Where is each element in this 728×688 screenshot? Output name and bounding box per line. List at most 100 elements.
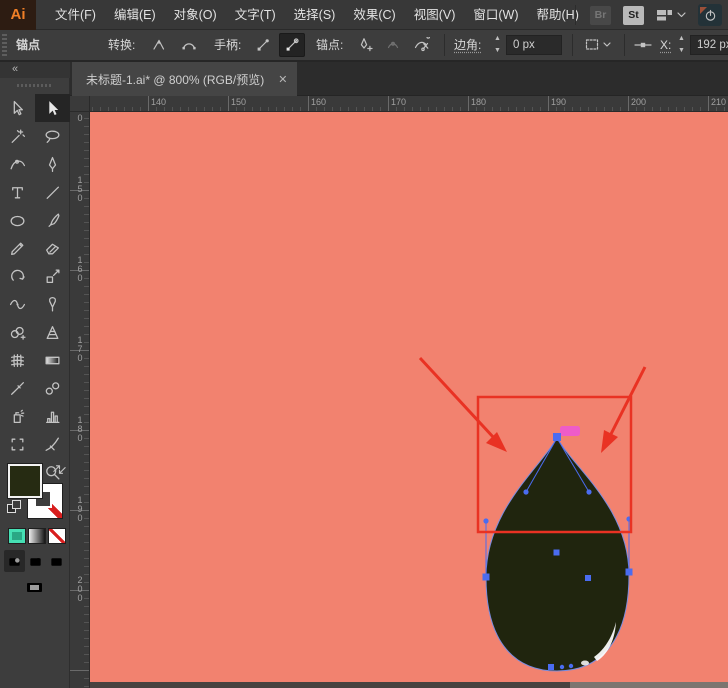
menu-item-1[interactable]: 编辑(E) bbox=[105, 0, 165, 30]
selection-tool[interactable] bbox=[0, 94, 35, 122]
convert-to-smooth-button[interactable] bbox=[176, 33, 202, 57]
workspace-switcher[interactable] bbox=[656, 8, 686, 23]
scale-tool[interactable] bbox=[35, 262, 70, 290]
pink-handle[interactable] bbox=[560, 426, 580, 436]
panel-grip[interactable] bbox=[2, 34, 7, 58]
paintbrush-tool[interactable] bbox=[35, 206, 70, 234]
column-graph-tool[interactable] bbox=[35, 402, 70, 430]
fill-swatch[interactable] bbox=[8, 464, 42, 498]
convert-to-corner-button[interactable] bbox=[146, 33, 172, 57]
type-icon bbox=[9, 184, 26, 201]
workspace-icon bbox=[656, 8, 673, 23]
slice-tool[interactable] bbox=[35, 430, 70, 458]
menu-item-4[interactable]: 选择(S) bbox=[285, 0, 345, 30]
power-icon[interactable] bbox=[698, 4, 722, 26]
corner-label[interactable]: 边角: bbox=[454, 30, 481, 60]
stepper-up-icon[interactable]: ▲ bbox=[494, 35, 501, 43]
stock-icon[interactable]: St bbox=[623, 6, 644, 25]
hruler-label-200: 200 bbox=[631, 97, 646, 107]
ellipse-tool[interactable] bbox=[0, 206, 35, 234]
artboard-canvas[interactable] bbox=[90, 112, 728, 682]
draw-inside-button[interactable] bbox=[46, 550, 67, 572]
eraser-icon bbox=[44, 240, 61, 257]
show-handles-button[interactable] bbox=[279, 33, 305, 57]
isolate-selected-button[interactable] bbox=[580, 33, 616, 57]
blend-tool[interactable] bbox=[35, 374, 70, 402]
corner-input[interactable]: 0 px bbox=[506, 35, 562, 55]
stepper-up-icon[interactable]: ▲ bbox=[678, 35, 685, 43]
menu-item-0[interactable]: 文件(F) bbox=[46, 0, 105, 30]
remove-anchor-button[interactable] bbox=[380, 33, 406, 57]
divider bbox=[572, 34, 573, 56]
tools-panel-header: « bbox=[0, 62, 70, 78]
rotate-tool[interactable] bbox=[0, 262, 35, 290]
draw-behind-button[interactable] bbox=[25, 550, 46, 572]
scrollbar-thumb[interactable] bbox=[90, 682, 570, 688]
annotation-arrow-right bbox=[601, 367, 645, 453]
chevron-down-icon bbox=[677, 12, 686, 18]
vertical-ruler[interactable]: 140150160170180190200 bbox=[70, 112, 90, 688]
draw-normal-button[interactable] bbox=[4, 550, 25, 572]
topbar-right: Br St bbox=[575, 0, 722, 30]
x-stepper[interactable]: ▲ ▼ bbox=[676, 35, 687, 55]
magic-wand-tool[interactable] bbox=[0, 122, 35, 150]
menu-item-6[interactable]: 视图(V) bbox=[405, 0, 465, 30]
hide-handles-button[interactable] bbox=[250, 33, 276, 57]
mesh-tool[interactable] bbox=[0, 346, 35, 374]
close-icon[interactable]: ✕ bbox=[278, 73, 287, 86]
shape-builder-tool[interactable] bbox=[0, 318, 35, 346]
screen-mode-button[interactable] bbox=[22, 578, 48, 600]
document-tab[interactable]: 未标题-1.ai* @ 800% (RGB/预览) ✕ bbox=[72, 62, 297, 96]
x-label[interactable]: X: bbox=[660, 30, 671, 60]
menu-item-5[interactable]: 效果(C) bbox=[344, 0, 404, 30]
gradient-button[interactable] bbox=[28, 528, 46, 544]
swap-fill-stroke-icon[interactable] bbox=[52, 462, 67, 477]
paintbrush-icon bbox=[44, 212, 61, 229]
pen-tool[interactable] bbox=[35, 150, 70, 178]
stepper-down-icon[interactable]: ▼ bbox=[494, 47, 501, 55]
direct-selection-tool[interactable] bbox=[35, 94, 70, 122]
horizontal-ruler[interactable]: 140150160170180190200210 bbox=[90, 96, 728, 112]
menu-item-2[interactable]: 对象(O) bbox=[165, 0, 226, 30]
bridge-icon[interactable]: Br bbox=[590, 6, 611, 25]
hruler-label-140: 140 bbox=[151, 97, 166, 107]
perspective-grid-tool[interactable] bbox=[35, 318, 70, 346]
corner-stepper[interactable]: ▲ ▼ bbox=[492, 35, 503, 55]
default-fill-stroke-icon[interactable] bbox=[7, 500, 21, 514]
puppet-warp-tool[interactable] bbox=[35, 290, 70, 318]
x-input[interactable]: 192 px bbox=[690, 35, 728, 55]
anchor-position-icon bbox=[630, 33, 656, 57]
none-button[interactable] bbox=[48, 528, 66, 544]
menu-item-3[interactable]: 文字(T) bbox=[226, 0, 285, 30]
horizontal-scrollbar[interactable] bbox=[90, 682, 728, 688]
line-segment-tool[interactable] bbox=[35, 178, 70, 206]
perspective-grid-icon bbox=[44, 324, 61, 341]
collapse-panel-icon[interactable]: « bbox=[12, 63, 18, 75]
vruler-label-180: 180 bbox=[75, 416, 85, 443]
eraser-tool[interactable] bbox=[35, 234, 70, 262]
curvature-tool[interactable] bbox=[0, 150, 35, 178]
menu-bar: Ai 文件(F)编辑(E)对象(O)文字(T)选择(S)效果(C)视图(V)窗口… bbox=[0, 0, 728, 30]
artboard-tool[interactable] bbox=[0, 430, 35, 458]
paint-buttons bbox=[8, 528, 66, 544]
type-tool[interactable] bbox=[0, 178, 35, 206]
symbol-sprayer-tool[interactable] bbox=[0, 402, 35, 430]
shaper-tool[interactable] bbox=[0, 234, 35, 262]
swatch-area bbox=[0, 460, 70, 688]
add-anchor-button[interactable] bbox=[352, 33, 378, 57]
tools-panel-grip[interactable] bbox=[17, 84, 53, 87]
menu-item-7[interactable]: 窗口(W) bbox=[464, 0, 527, 30]
pen-icon bbox=[44, 156, 61, 173]
ruler-origin-corner[interactable] bbox=[70, 96, 90, 112]
vruler-label-160: 160 bbox=[75, 256, 85, 283]
color-button[interactable] bbox=[8, 528, 26, 544]
cut-path-button[interactable] bbox=[408, 33, 434, 57]
eyedropper-tool[interactable] bbox=[0, 374, 35, 402]
width-tool[interactable] bbox=[0, 290, 35, 318]
tools-grid bbox=[0, 94, 70, 486]
lasso-tool[interactable] bbox=[35, 122, 70, 150]
gradient-tool[interactable] bbox=[35, 346, 70, 374]
stepper-down-icon[interactable]: ▼ bbox=[678, 47, 685, 55]
vruler-label-200: 200 bbox=[75, 576, 85, 603]
anchors-label: 锚点: bbox=[316, 30, 343, 60]
